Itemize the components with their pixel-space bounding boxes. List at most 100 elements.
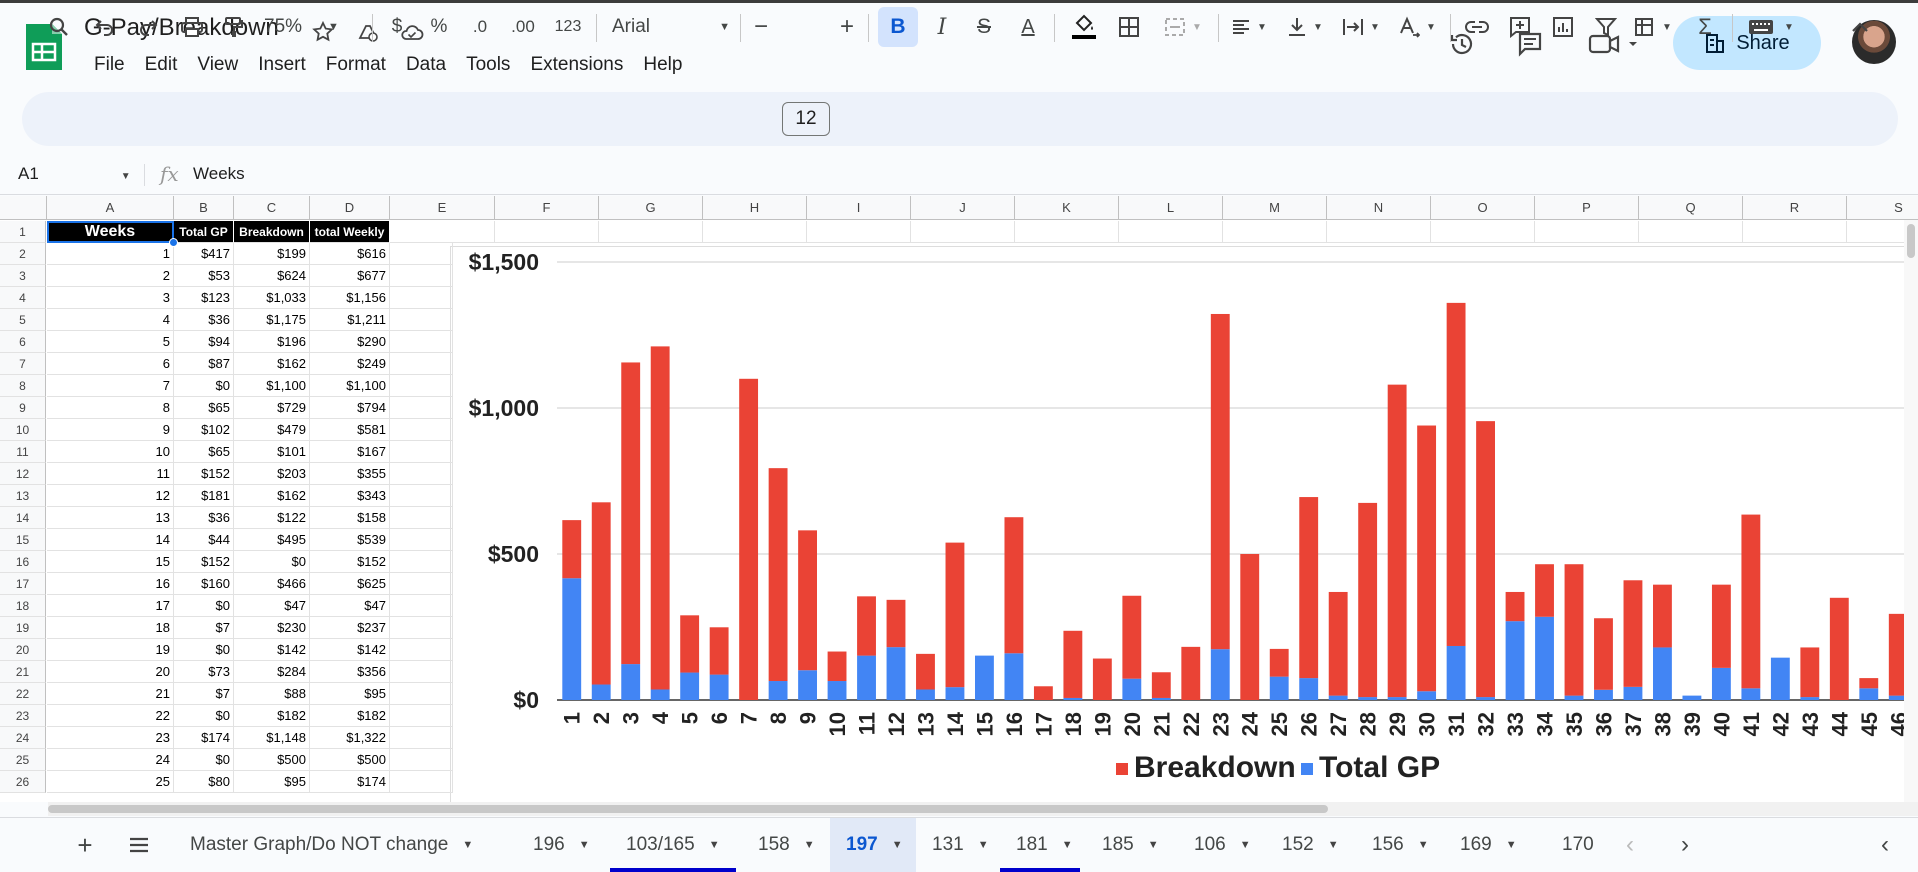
row-header[interactable]: 13	[0, 485, 46, 507]
column-header-a[interactable]: A	[47, 196, 174, 220]
data-cell[interactable]: $0	[174, 639, 234, 661]
paint-format-icon[interactable]	[218, 0, 250, 54]
name-box[interactable]: A1 ▼	[18, 164, 131, 184]
data-cell[interactable]: $182	[310, 705, 390, 727]
data-cell[interactable]: 14	[47, 529, 174, 551]
redo-icon[interactable]	[133, 0, 163, 54]
row-header[interactable]: 9	[0, 397, 46, 419]
menu-edit[interactable]: Edit	[135, 52, 188, 78]
all-sheets-menu-icon[interactable]	[124, 818, 154, 872]
row-header[interactable]: 7	[0, 353, 46, 375]
data-cell[interactable]: $181	[174, 485, 234, 507]
column-header-l[interactable]: L	[1119, 196, 1223, 220]
data-cell[interactable]: $196	[234, 331, 310, 353]
data-cell[interactable]: $237	[310, 617, 390, 639]
decrease-decimal-button[interactable]: .0	[462, 0, 498, 54]
column-header-c[interactable]: C	[234, 196, 310, 220]
header-cell[interactable]: Weeks	[47, 221, 174, 243]
data-cell[interactable]: $142	[310, 639, 390, 661]
chevron-down-icon[interactable]: ▼	[1062, 839, 1073, 851]
sheet-tab[interactable]: 181 ▼	[1000, 818, 1084, 872]
filter-icon[interactable]	[1589, 0, 1623, 54]
empty-cell[interactable]	[390, 309, 453, 331]
data-cell[interactable]: $1,156	[310, 287, 390, 309]
column-header-d[interactable]: D	[310, 196, 390, 220]
data-cell[interactable]: $1,175	[234, 309, 310, 331]
row-header[interactable]: 17	[0, 573, 46, 595]
data-cell[interactable]: $199	[234, 243, 310, 265]
data-cell[interactable]: 20	[47, 661, 174, 683]
data-cell[interactable]: $249	[310, 353, 390, 375]
empty-cell[interactable]	[390, 375, 453, 397]
data-cell[interactable]: $73	[174, 661, 234, 683]
row-header[interactable]: 4	[0, 287, 46, 309]
row-header[interactable]: 12	[0, 463, 46, 485]
menu-file[interactable]: File	[84, 52, 135, 78]
data-cell[interactable]: 18	[47, 617, 174, 639]
data-cell[interactable]: 9	[47, 419, 174, 441]
empty-cell[interactable]	[390, 221, 495, 243]
menu-view[interactable]: View	[187, 52, 248, 78]
data-cell[interactable]: 4	[47, 309, 174, 331]
vertical-scroll-thumb[interactable]	[1907, 224, 1915, 258]
empty-cell[interactable]	[1015, 221, 1119, 243]
menu-extensions[interactable]: Extensions	[520, 52, 633, 78]
data-cell[interactable]: $158	[310, 507, 390, 529]
row-header[interactable]: 18	[0, 595, 46, 617]
data-cell[interactable]: $182	[234, 705, 310, 727]
empty-cell[interactable]	[390, 331, 453, 353]
currency-format-button[interactable]: $	[382, 0, 412, 54]
data-cell[interactable]: $53	[174, 265, 234, 287]
empty-cell[interactable]	[1223, 221, 1327, 243]
empty-cell[interactable]	[390, 287, 453, 309]
row-header[interactable]: 23	[0, 705, 46, 727]
scroll-tabs-right-button[interactable]: ›	[1670, 818, 1700, 872]
strikethrough-button[interactable]: S	[966, 0, 1002, 54]
data-cell[interactable]: $1,100	[234, 375, 310, 397]
data-cell[interactable]: $94	[174, 331, 234, 353]
data-cell[interactable]: $80	[174, 771, 234, 793]
empty-cell[interactable]	[390, 617, 453, 639]
data-cell[interactable]: $290	[310, 331, 390, 353]
insert-chart-icon[interactable]	[1546, 0, 1580, 54]
empty-cell[interactable]	[390, 441, 453, 463]
empty-cell[interactable]	[390, 507, 453, 529]
menu-help[interactable]: Help	[633, 52, 692, 78]
data-cell[interactable]: $122	[234, 507, 310, 529]
data-cell[interactable]: $142	[234, 639, 310, 661]
empty-cell[interactable]	[390, 353, 453, 375]
insert-comment-icon[interactable]	[1503, 0, 1537, 54]
data-cell[interactable]: 3	[47, 287, 174, 309]
sheet-tab[interactable]: 156 ▼	[1356, 818, 1444, 872]
empty-cell[interactable]	[390, 683, 453, 705]
empty-cell[interactable]	[1535, 221, 1639, 243]
search-menus-icon[interactable]	[44, 0, 74, 54]
sheet-tab[interactable]: Master Graph/Do NOT change ▼	[174, 818, 514, 872]
empty-cell[interactable]	[390, 727, 453, 749]
formula-input[interactable]: Weeks	[193, 164, 245, 184]
zoom-select[interactable]: 75% ▼	[264, 0, 354, 54]
empty-cell[interactable]	[1743, 221, 1847, 243]
empty-cell[interactable]	[390, 463, 453, 485]
empty-cell[interactable]	[390, 749, 453, 771]
decrease-font-size-button[interactable]: −	[748, 0, 774, 54]
data-cell[interactable]: $152	[174, 551, 234, 573]
data-cell[interactable]: 12	[47, 485, 174, 507]
text-wrapping-icon[interactable]: ▼	[1338, 0, 1384, 54]
select-all-corner[interactable]	[0, 196, 47, 220]
data-cell[interactable]: 5	[47, 331, 174, 353]
header-cell[interactable]: total Weekly	[310, 221, 390, 243]
text-rotation-icon[interactable]: ▼	[1394, 0, 1440, 54]
row-header[interactable]: 10	[0, 419, 46, 441]
data-cell[interactable]: $203	[234, 463, 310, 485]
text-color-button[interactable]: A	[1010, 0, 1046, 54]
data-cell[interactable]: $47	[310, 595, 390, 617]
chevron-down-icon[interactable]: ▼	[978, 839, 989, 851]
column-header-i[interactable]: I	[807, 196, 911, 220]
empty-cell[interactable]	[390, 243, 453, 265]
data-cell[interactable]: 25	[47, 771, 174, 793]
row-header[interactable]: 15	[0, 529, 46, 551]
sheet-tab[interactable]: 170	[1546, 818, 1606, 872]
horizontal-scrollbar[interactable]	[48, 802, 1918, 816]
data-cell[interactable]: $794	[310, 397, 390, 419]
